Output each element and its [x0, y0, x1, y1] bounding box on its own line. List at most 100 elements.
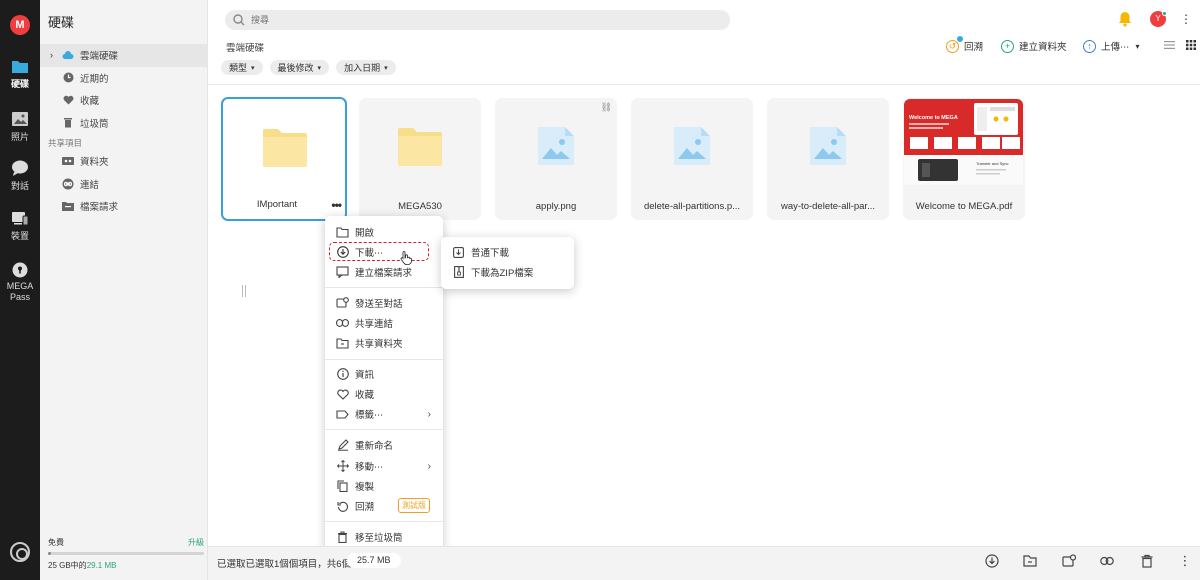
pencil-icon — [336, 439, 349, 452]
menu-item-label: 發送至對話 — [355, 299, 403, 310]
share-folder-icon[interactable] — [1023, 554, 1037, 568]
sidebar-item-cloud-drive[interactable]: › 雲端硬碟 — [40, 44, 208, 67]
menu-item-download[interactable]: 下載⋯ — [325, 242, 443, 262]
filter-label: 加入日期 — [344, 63, 381, 73]
menu-item-info[interactable]: 資訊 — [325, 364, 443, 384]
folder-icon — [12, 61, 28, 73]
sidebar-item-label: 收藏 — [80, 96, 100, 108]
menu-item-normal-download[interactable]: 普通下載 — [441, 242, 574, 262]
folder-icon — [398, 128, 442, 166]
file-tile[interactable]: ⛓ apply.png — [495, 98, 617, 220]
zip-file-icon — [452, 266, 465, 279]
rail-item-label: 對話 — [10, 181, 29, 191]
trash-icon — [336, 531, 349, 544]
download-icon[interactable] — [985, 554, 999, 568]
rail-item-photos[interactable]: 照片 — [0, 111, 40, 143]
download-icon — [336, 246, 349, 259]
menu-item-labels[interactable]: 標籤⋯ › — [325, 404, 443, 424]
rewind-icon: ↺ — [946, 35, 963, 53]
file-tile[interactable]: way-to-delete-all-par... — [767, 98, 889, 220]
photo-icon — [12, 112, 28, 126]
menu-item-label: 開啟 — [355, 228, 375, 239]
image-file-icon — [538, 127, 574, 165]
file-name: way-to-delete-all-par... — [781, 201, 875, 212]
file-tile[interactable]: delete-all-partitions.p... — [631, 98, 753, 220]
sidebar-item-trash[interactable]: 垃圾筒 — [40, 112, 208, 135]
sidebar-item-shared-folders[interactable]: 資料夾 — [40, 150, 208, 173]
chevron-right-icon: › — [427, 408, 431, 420]
menu-item-share-folder[interactable]: 共享資料夾 — [325, 333, 443, 353]
menu-item-send-to-chat[interactable]: 發送至對話 — [325, 293, 443, 313]
list-view-icon[interactable] — [1164, 40, 1175, 50]
upgrade-link[interactable]: 升級 — [188, 537, 204, 548]
upload-button[interactable]: ↑ 上傳⋯ ▾ — [1083, 38, 1140, 54]
send-chat-icon[interactable] — [1062, 554, 1076, 568]
filter-bar: 類型 ▾ 最後修改 ▾ 加入日期 ▾ — [221, 60, 396, 75]
file-request-icon — [336, 266, 349, 279]
rail-item-pass[interactable]: MEGA Pass — [0, 262, 40, 303]
menu-item-move[interactable]: 移動⋯ › — [325, 456, 443, 476]
hand-cursor-icon — [400, 251, 412, 265]
menu-item-rewind[interactable]: 回溯 測試版 — [325, 496, 443, 516]
bell-icon[interactable] — [1118, 11, 1132, 27]
selection-size: 25.7 MB — [347, 553, 401, 568]
trash-icon[interactable] — [1140, 554, 1154, 568]
search-bar[interactable] — [225, 10, 730, 30]
chevron-right-icon[interactable]: › — [50, 50, 53, 60]
sidebar: 硬碟 › 雲端硬碟 近期的 收藏 垃圾筒 共享項目 資料夾 連結 檔案請求 免費… — [40, 0, 246, 580]
grid-view-icon[interactable] — [1186, 40, 1196, 50]
sidebar-nav: › 雲端硬碟 近期的 收藏 垃圾筒 共享項目 資料夾 連結 檔案請求 — [40, 44, 208, 218]
filter-type[interactable]: 類型 ▾ — [221, 60, 263, 75]
menu-item-open[interactable]: 開啟 — [325, 222, 443, 242]
new-folder-button[interactable]: + 建立資料夾 — [1001, 38, 1067, 54]
file-tile[interactable]: IMportant ••• — [221, 97, 347, 221]
pdf-thumb-heading: Welcome to MEGA — [909, 115, 958, 121]
heart-icon — [62, 94, 74, 106]
filter-date-added[interactable]: 加入日期 ▾ — [336, 60, 396, 75]
menu-item-rename[interactable]: 重新命名 — [325, 435, 443, 455]
sidebar-item-recents[interactable]: 近期的 — [40, 67, 208, 90]
menu-item-label: 標籤⋯ — [355, 410, 384, 421]
mega-logo[interactable]: M — [10, 15, 30, 35]
sidebar-item-file-requests[interactable]: 檔案請求 — [40, 195, 208, 218]
more-options-icon[interactable]: ⋮ — [1180, 12, 1192, 26]
rail-item-label-2: Pass — [9, 292, 30, 302]
menu-item-label: 回溯 — [355, 502, 375, 513]
menu-item-favourite[interactable]: 收藏 — [325, 384, 443, 404]
more-options-icon[interactable]: ••• — [331, 198, 342, 212]
send-chat-icon — [336, 297, 349, 310]
storage-usage: 25 GB中的29.1 MB — [48, 560, 204, 571]
storage-bar-fill — [48, 552, 52, 555]
sidebar-resize-handle[interactable] — [242, 285, 246, 297]
more-options-icon[interactable]: ⋮ — [1178, 554, 1192, 568]
rail-item-label: MEGA — [6, 281, 34, 291]
move-icon — [336, 460, 349, 473]
avatar[interactable]: Y — [1150, 11, 1167, 27]
sidebar-item-links[interactable]: 連結 — [40, 173, 208, 196]
sidebar-item-favourites[interactable]: 收藏 — [40, 89, 208, 112]
rail-item-devices[interactable]: 裝置 — [0, 210, 40, 242]
selection-bar: 已選取已選取1個個項目，共6個 25.7 MB ⋮ — [208, 546, 1200, 580]
menu-item-copy[interactable]: 複製 — [325, 476, 443, 496]
menu-item-zip-download[interactable]: 下載為ZIP檔案 — [441, 262, 574, 282]
menu-item-file-request[interactable]: 建立檔案請求 — [325, 262, 443, 282]
file-tile[interactable]: Welcome to MEGA Transfer and Sync Welcom… — [903, 98, 1025, 220]
breadcrumb[interactable]: 雲端硬碟 — [226, 40, 264, 54]
link-icon[interactable] — [1100, 554, 1114, 568]
filter-label: 最後修改 — [277, 63, 314, 73]
upload-icon: ↑ — [1083, 39, 1096, 53]
menu-item-move-to-trash[interactable]: 移至垃圾筒 — [325, 527, 443, 547]
rewind-button[interactable]: ↺ 回溯 — [946, 35, 983, 54]
file-name: IMportant — [256, 199, 298, 210]
rail-item-chat[interactable]: 對話 — [0, 160, 40, 192]
search-input[interactable] — [251, 15, 651, 25]
info-icon — [336, 368, 349, 381]
rail-item-drive[interactable]: 硬碟 — [0, 58, 40, 90]
menu-item-share-link[interactable]: 共享連結 — [325, 313, 443, 333]
trash-icon — [62, 117, 74, 129]
transfers-icon[interactable] — [10, 542, 30, 562]
filter-last-modified[interactable]: 最後修改 ▾ — [269, 60, 330, 75]
sidebar-item-label: 雲端硬碟 — [80, 51, 119, 63]
heart-icon — [336, 388, 349, 401]
file-tile[interactable]: MEGA530 — [359, 98, 481, 220]
